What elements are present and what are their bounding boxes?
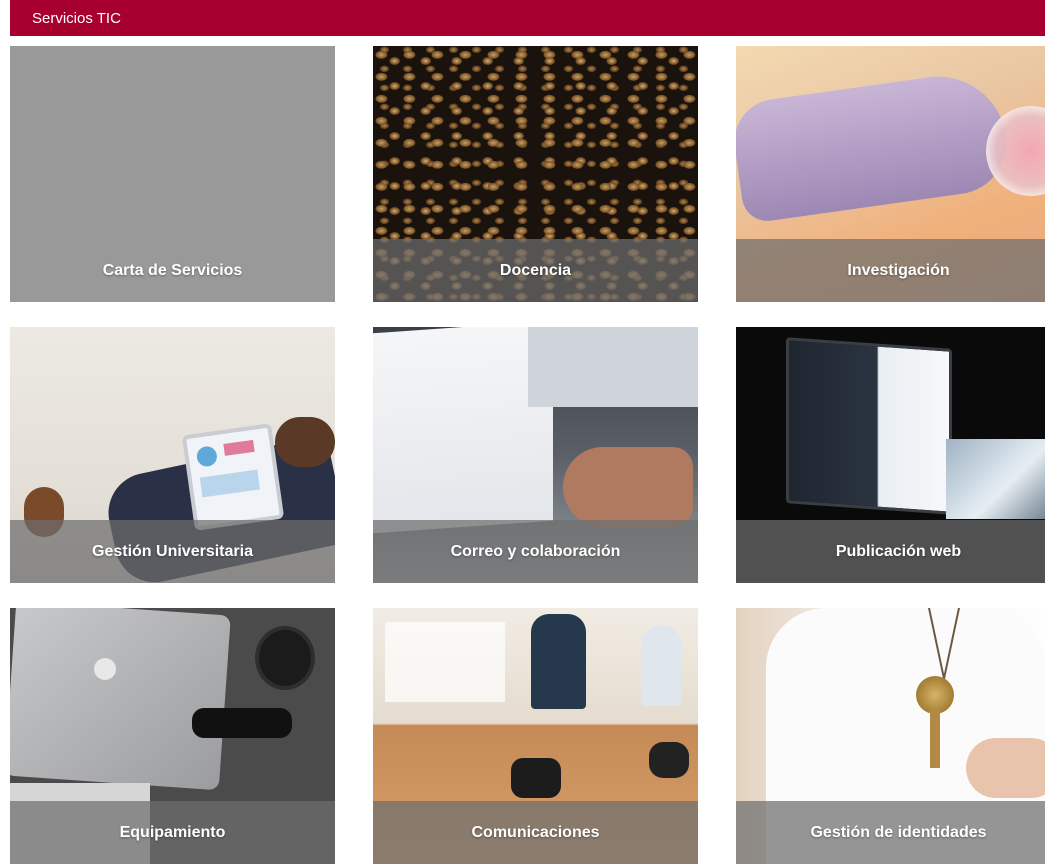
- tile-equipamiento[interactable]: Equipamiento: [10, 608, 335, 864]
- tile-label: Publicación web: [736, 520, 1045, 583]
- tile-label: Equipamiento: [10, 801, 335, 864]
- tile-label: Gestión Universitaria: [10, 520, 335, 583]
- section-title: Servicios TIC: [32, 9, 121, 27]
- tile-carta-de-servicios[interactable]: Carta de Servicios: [10, 46, 335, 302]
- tile-gestion-universitaria[interactable]: Gestión Universitaria: [10, 327, 335, 583]
- tile-publicacion-web[interactable]: Publicación web: [736, 327, 1045, 583]
- tile-label: Docencia: [373, 239, 698, 302]
- tile-label: Comunicaciones: [373, 801, 698, 864]
- tile-label: Carta de Servicios: [102, 261, 243, 279]
- section-header: Servicios TIC: [10, 0, 1045, 36]
- tile-correo-y-colaboracion[interactable]: Correo y colaboración: [373, 327, 698, 583]
- tile-label: Gestión de identidades: [736, 801, 1045, 864]
- tile-docencia[interactable]: Docencia: [373, 46, 698, 302]
- tile-gestion-de-identidades[interactable]: Gestión de identidades: [736, 608, 1045, 864]
- tile-comunicaciones[interactable]: Comunicaciones: [373, 608, 698, 864]
- tile-investigacion[interactable]: Investigación: [736, 46, 1045, 302]
- tile-label: Correo y colaboración: [373, 520, 698, 583]
- tile-label: Investigación: [736, 239, 1045, 302]
